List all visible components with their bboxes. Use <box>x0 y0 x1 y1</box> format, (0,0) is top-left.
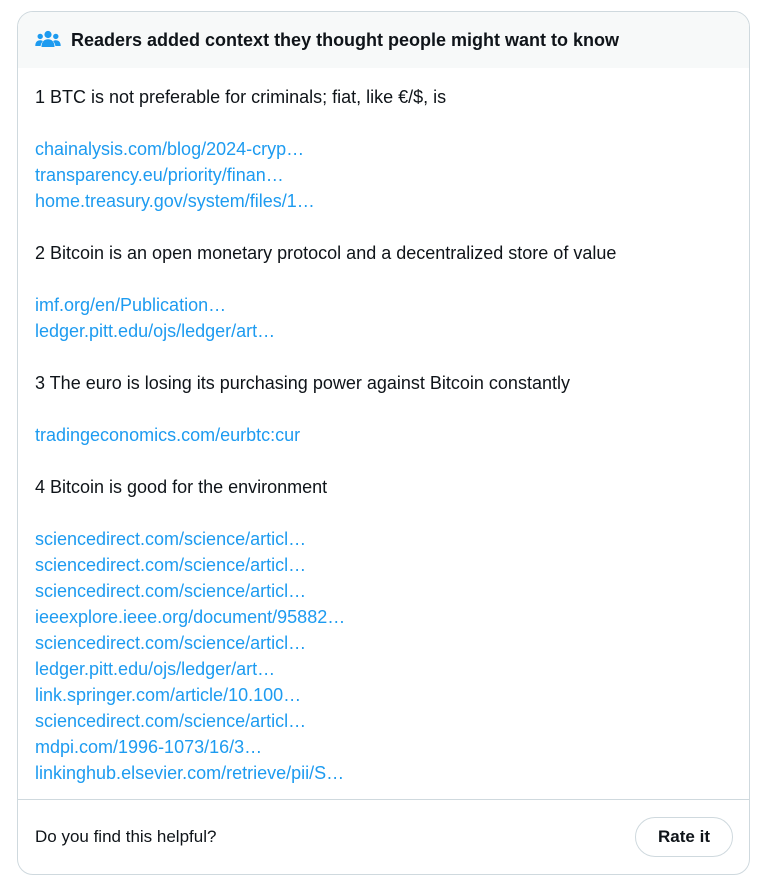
source-link[interactable]: chainalysis.com/blog/2024-cryp… <box>35 136 732 162</box>
source-link[interactable]: sciencedirect.com/science/articl… <box>35 708 732 734</box>
source-link[interactable]: linkinghub.elsevier.com/retrieve/pii/S… <box>35 760 732 786</box>
note-footer: Do you find this helpful? Rate it <box>18 799 749 874</box>
helpful-question: Do you find this helpful? <box>35 827 217 846</box>
note-point-3: 3 The euro is losing its purchasing powe… <box>35 373 570 393</box>
source-link[interactable]: sciencedirect.com/science/articl… <box>35 526 732 552</box>
source-link[interactable]: imf.org/en/Publication… <box>35 292 732 318</box>
source-link[interactable]: ledger.pitt.edu/ojs/ledger/art… <box>35 318 732 344</box>
source-link[interactable]: tradingeconomics.com/eurbtc:cur <box>35 422 732 448</box>
source-link[interactable]: transparency.eu/priority/finan… <box>35 162 732 188</box>
people-icon <box>35 30 61 50</box>
note-body: 1 BTC is not preferable for criminals; f… <box>18 68 749 786</box>
source-link[interactable]: mdpi.com/1996-1073/16/3… <box>35 734 732 760</box>
note-header-title: Readers added context they thought peopl… <box>71 30 620 50</box>
note-point-4: 4 Bitcoin is good for the environment <box>35 477 328 497</box>
source-link[interactable]: home.treasury.gov/system/files/1… <box>35 188 732 214</box>
note-point-2: 2 Bitcoin is an open monetary protocol a… <box>35 243 617 263</box>
source-link[interactable]: sciencedirect.com/science/articl… <box>35 552 732 578</box>
source-link[interactable]: ledger.pitt.edu/ojs/ledger/art… <box>35 656 732 682</box>
rate-it-button[interactable]: Rate it <box>635 817 733 857</box>
source-link[interactable]: sciencedirect.com/science/articl… <box>35 578 732 604</box>
source-link[interactable]: ieeexplore.ieee.org/document/95882… <box>35 604 732 630</box>
source-link[interactable]: link.springer.com/article/10.100… <box>35 682 732 708</box>
community-note-card: Readers added context they thought peopl… <box>17 11 750 875</box>
note-point-1: 1 BTC is not preferable for criminals; f… <box>35 87 447 107</box>
source-link[interactable]: sciencedirect.com/science/articl… <box>35 630 732 656</box>
note-header: Readers added context they thought peopl… <box>18 12 749 68</box>
